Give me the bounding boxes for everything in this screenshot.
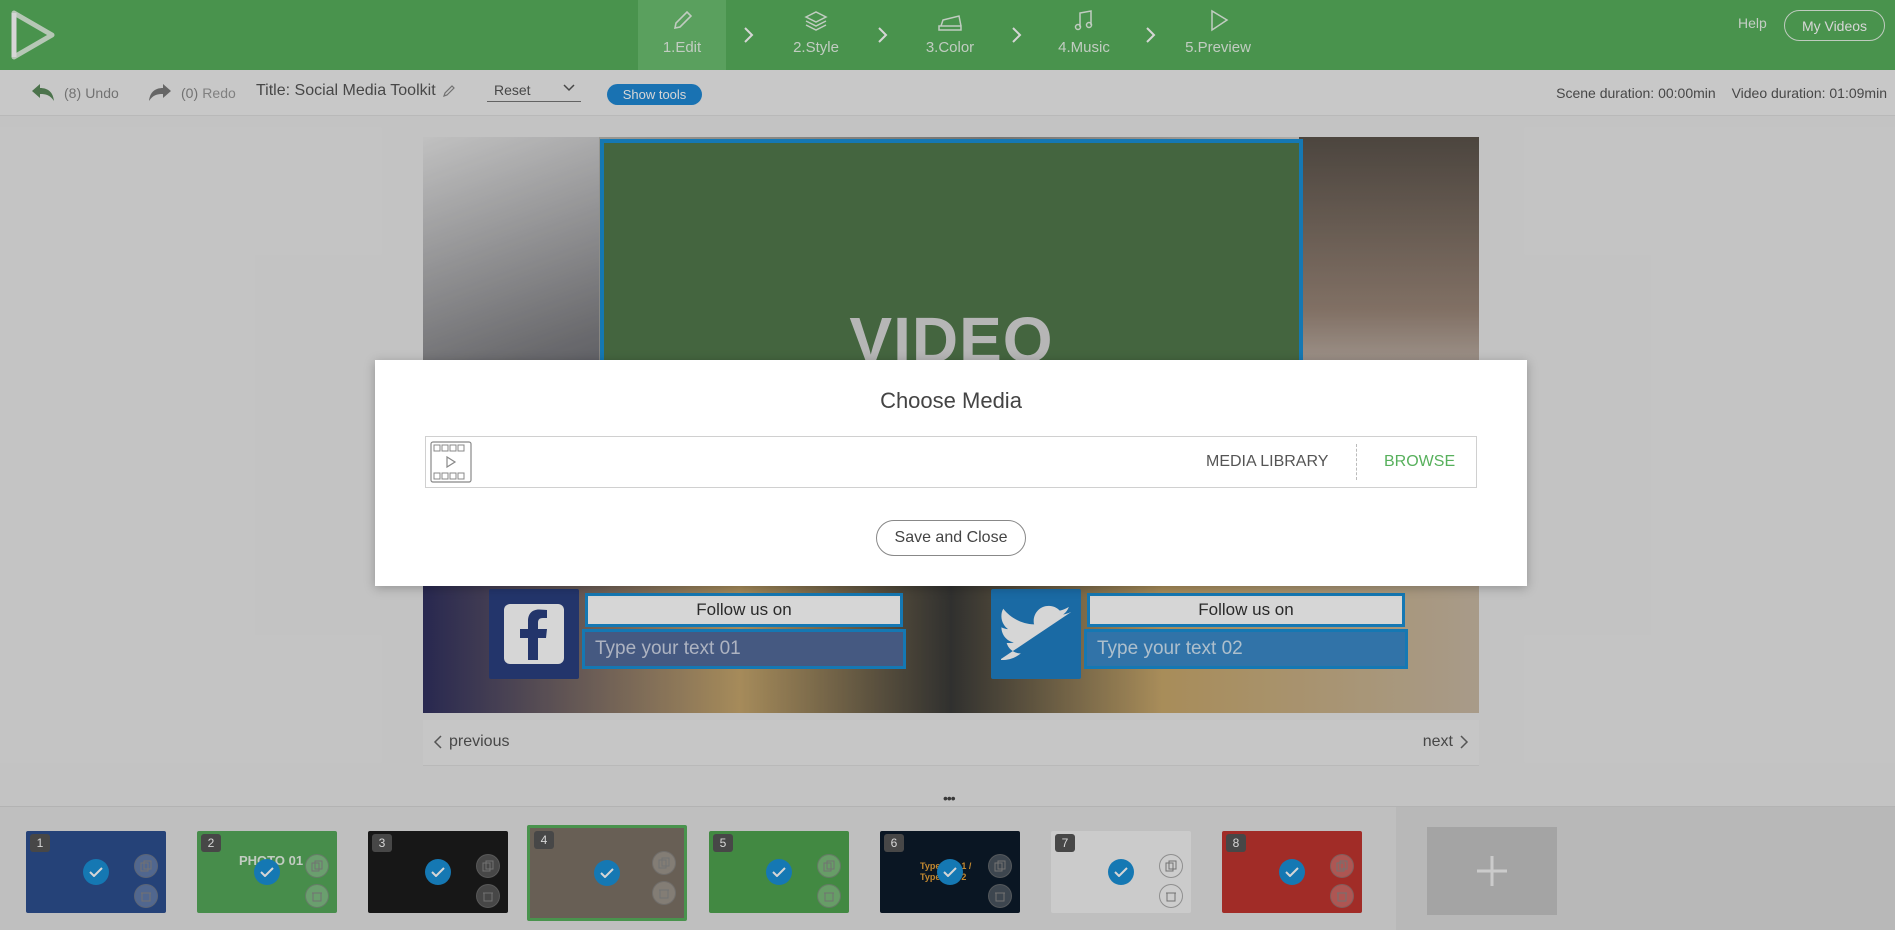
- media-picker: MEDIA LIBRARY BROWSE: [425, 436, 1477, 488]
- choose-media-dialog: Choose Media MEDIA LIBRARY BROWSE Save a…: [375, 360, 1527, 586]
- dialog-title: Choose Media: [880, 388, 1022, 413]
- video-file-icon: [430, 441, 472, 483]
- divider: [1356, 444, 1357, 480]
- browse-button[interactable]: BROWSE: [1384, 453, 1455, 471]
- media-library-button[interactable]: MEDIA LIBRARY: [1206, 453, 1328, 471]
- save-and-close-button[interactable]: Save and Close: [876, 520, 1026, 556]
